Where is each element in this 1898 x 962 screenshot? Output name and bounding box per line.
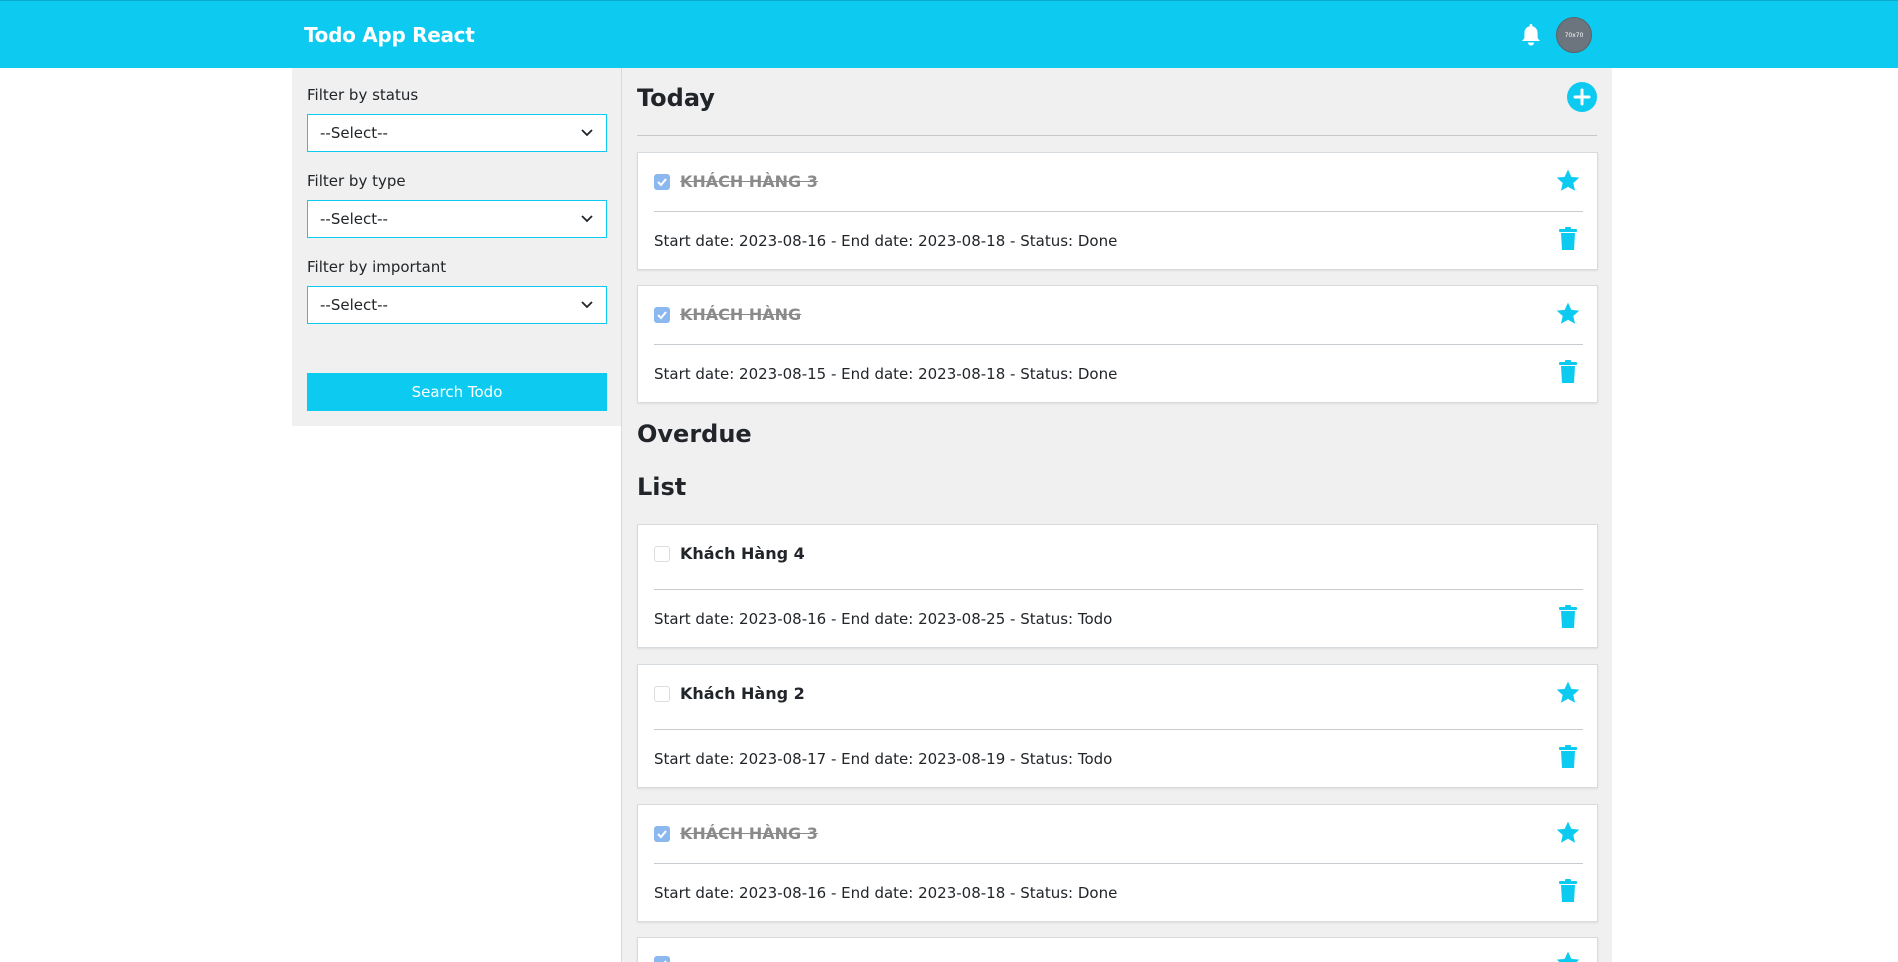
- filter-type-label: Filter by type: [307, 172, 406, 190]
- card-divider: [654, 211, 1583, 212]
- todo-title[interactable]: Khách Hàng 4: [680, 544, 805, 563]
- today-heading: Today: [637, 84, 715, 112]
- important-select[interactable]: --Select--: [307, 286, 607, 324]
- star-icon[interactable]: [1555, 301, 1581, 327]
- check-icon: [657, 830, 667, 839]
- todo-card: [637, 937, 1598, 962]
- today-divider: [637, 135, 1597, 136]
- star-icon[interactable]: [1555, 820, 1581, 846]
- check-icon: [657, 311, 667, 320]
- filter-sidebar: Filter by status --Select-- Filter by ty…: [292, 68, 621, 426]
- chevron-down-icon: [581, 129, 593, 137]
- overdue-heading: Overdue: [637, 420, 752, 448]
- type-select[interactable]: --Select--: [307, 200, 607, 238]
- status-select-value: --Select--: [320, 124, 388, 142]
- check-icon: [657, 178, 667, 187]
- avatar[interactable]: 70x70: [1556, 17, 1592, 53]
- add-todo-icon[interactable]: [1567, 82, 1597, 112]
- card-divider: [654, 589, 1583, 590]
- list-heading: List: [637, 473, 687, 501]
- todo-checkbox[interactable]: [654, 956, 670, 962]
- todo-checkbox[interactable]: [654, 686, 670, 702]
- search-todo-button[interactable]: Search Todo: [307, 373, 607, 411]
- trash-icon[interactable]: [1559, 605, 1577, 629]
- todo-card: Khách Hàng 4 Start date: 2023-08-16 - En…: [637, 524, 1598, 648]
- todo-meta: Start date: 2023-08-15 - End date: 2023-…: [654, 365, 1118, 383]
- chevron-down-icon: [581, 301, 593, 309]
- type-select-value: --Select--: [320, 210, 388, 228]
- todo-meta: Start date: 2023-08-17 - End date: 2023-…: [654, 750, 1113, 768]
- filter-important-label: Filter by important: [307, 258, 447, 276]
- todo-title[interactable]: KHÁCH HÀNG 3: [680, 172, 818, 191]
- trash-icon[interactable]: [1559, 360, 1577, 384]
- todo-title[interactable]: Khách Hàng 2: [680, 684, 805, 703]
- todo-card: Khách Hàng 2 Start date: 2023-08-17 - En…: [637, 664, 1598, 788]
- top-navbar: Todo App React 70x70: [0, 0, 1898, 68]
- check-icon: [663, 960, 667, 962]
- important-select-value: --Select--: [320, 296, 388, 314]
- todo-card: KHÁCH HÀNG 3 Start date: 2023-08-16 - En…: [637, 152, 1598, 270]
- trash-icon[interactable]: [1559, 879, 1577, 903]
- star-icon[interactable]: [1555, 680, 1581, 706]
- todo-meta: Start date: 2023-08-16 - End date: 2023-…: [654, 232, 1118, 250]
- card-divider: [654, 863, 1583, 864]
- bell-icon[interactable]: [1520, 23, 1542, 47]
- trash-icon[interactable]: [1559, 227, 1577, 251]
- todo-checkbox[interactable]: [654, 174, 670, 190]
- status-select[interactable]: --Select--: [307, 114, 607, 152]
- todo-card: KHÁCH HÀNG Start date: 2023-08-15 - End …: [637, 285, 1598, 403]
- todo-card: KHÁCH HÀNG 3 Start date: 2023-08-16 - En…: [637, 804, 1598, 922]
- todo-title[interactable]: KHÁCH HÀNG: [680, 305, 801, 324]
- card-divider: [654, 729, 1583, 730]
- todo-checkbox[interactable]: [654, 546, 670, 562]
- todo-checkbox[interactable]: [654, 826, 670, 842]
- todo-title[interactable]: KHÁCH HÀNG 3: [680, 824, 818, 843]
- todo-meta: Start date: 2023-08-16 - End date: 2023-…: [654, 884, 1118, 902]
- chevron-down-icon: [581, 215, 593, 223]
- star-icon[interactable]: [1555, 950, 1581, 962]
- todo-meta: Start date: 2023-08-16 - End date: 2023-…: [654, 610, 1113, 628]
- todo-checkbox[interactable]: [654, 307, 670, 323]
- main-content: Today KHÁCH HÀNG 3 Start date: 2023-08-1…: [622, 68, 1612, 962]
- filter-status-label: Filter by status: [307, 86, 419, 104]
- card-divider: [654, 344, 1583, 345]
- star-icon[interactable]: [1555, 168, 1581, 194]
- app-title[interactable]: Todo App React: [304, 23, 475, 47]
- trash-icon[interactable]: [1559, 745, 1577, 769]
